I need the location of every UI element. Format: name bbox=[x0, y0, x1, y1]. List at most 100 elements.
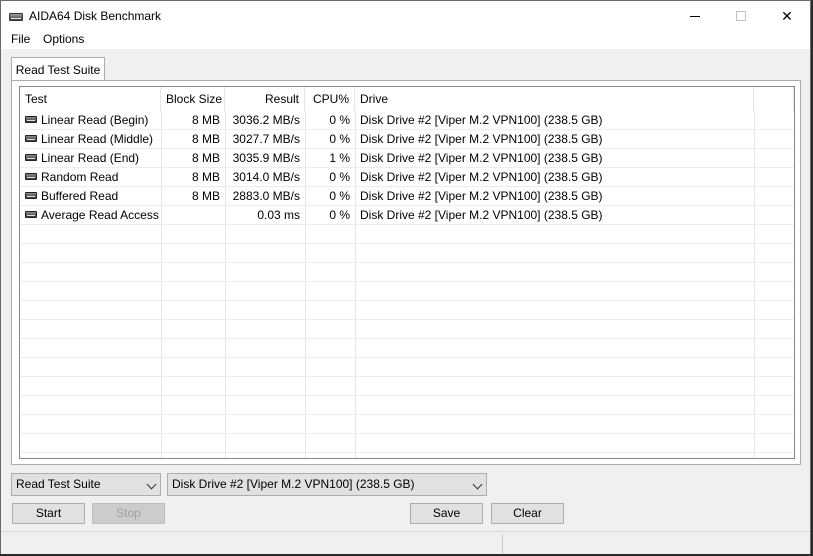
cell-result: 2883.0 MB/s bbox=[232, 189, 300, 203]
disk-drive-icon bbox=[25, 154, 37, 162]
row-divider bbox=[20, 262, 794, 263]
disk-drive-icon bbox=[9, 13, 23, 21]
disk-drive-icon bbox=[25, 116, 37, 124]
cell-test: Linear Read (Begin) bbox=[20, 111, 161, 130]
tab-panel: Test Block Size Result CPU% Drive Linear… bbox=[11, 80, 801, 465]
column-header-drive[interactable]: Drive bbox=[355, 87, 754, 111]
disk-drive-icon bbox=[25, 173, 37, 181]
status-divider bbox=[502, 534, 503, 553]
test-name: Linear Read (End) bbox=[41, 151, 140, 165]
row-divider bbox=[20, 148, 794, 149]
status-bar bbox=[1, 531, 810, 554]
test-suite-select[interactable]: Read Test Suite bbox=[11, 473, 161, 496]
row-divider bbox=[20, 205, 794, 206]
benchmark-window: AIDA64 Disk Benchmark ✕ File Options Rea… bbox=[0, 0, 811, 554]
test-name: Buffered Read bbox=[41, 189, 119, 203]
maximize-icon bbox=[736, 11, 746, 21]
title-bar[interactable]: AIDA64 Disk Benchmark ✕ bbox=[1, 1, 810, 31]
minimize-icon bbox=[690, 15, 700, 17]
row-divider bbox=[20, 186, 794, 187]
minimize-button[interactable] bbox=[672, 1, 718, 31]
cell-drive: Disk Drive #2 [Viper M.2 VPN100] (238.5 … bbox=[360, 151, 603, 165]
column-divider bbox=[754, 111, 755, 458]
cell-result: 0.03 ms bbox=[257, 208, 300, 222]
row-divider bbox=[20, 300, 794, 301]
row-divider bbox=[20, 243, 794, 244]
column-header-result[interactable]: Result bbox=[225, 87, 305, 111]
row-divider bbox=[20, 395, 794, 396]
drive-select[interactable]: Disk Drive #2 [Viper M.2 VPN100] (238.5 … bbox=[167, 473, 487, 496]
cell-result: 3035.9 MB/s bbox=[232, 151, 300, 165]
results-list[interactable]: Test Block Size Result CPU% Drive Linear… bbox=[19, 86, 795, 459]
column-header-spacer bbox=[754, 87, 794, 111]
test-suite-select-value: Read Test Suite bbox=[16, 477, 101, 491]
cell-block-size: 8 MB bbox=[191, 113, 220, 127]
cell-block-size: 8 MB bbox=[191, 189, 220, 203]
menu-file[interactable]: File bbox=[9, 32, 32, 46]
test-name: Linear Read (Middle) bbox=[41, 132, 154, 146]
disk-drive-icon bbox=[25, 192, 37, 200]
table-row[interactable]: Linear Read (Middle) 8 MB 3027.7 MB/s 0 … bbox=[20, 130, 754, 149]
cell-block-size: 8 MB bbox=[191, 132, 220, 146]
cell-cpu: 1 % bbox=[329, 151, 350, 165]
chevron-down-icon bbox=[472, 479, 483, 490]
table-row[interactable]: Buffered Read 8 MB 2883.0 MB/s 0 % Disk … bbox=[20, 187, 754, 206]
column-header-block-size[interactable]: Block Size bbox=[161, 87, 225, 111]
cell-cpu: 0 % bbox=[329, 208, 350, 222]
disk-drive-icon bbox=[25, 211, 37, 219]
tab-read-test-suite[interactable]: Read Test Suite bbox=[11, 57, 105, 81]
cell-drive: Disk Drive #2 [Viper M.2 VPN100] (238.5 … bbox=[360, 113, 603, 127]
disk-drive-icon bbox=[25, 135, 37, 143]
column-header-test[interactable]: Test bbox=[20, 87, 161, 111]
cell-test: Random Read bbox=[20, 168, 161, 187]
cell-test: Linear Read (Middle) bbox=[20, 130, 161, 149]
row-divider bbox=[20, 376, 794, 377]
menu-options[interactable]: Options bbox=[41, 32, 86, 46]
row-divider bbox=[20, 414, 794, 415]
close-button[interactable]: ✕ bbox=[764, 1, 810, 31]
row-divider bbox=[20, 338, 794, 339]
test-name: Linear Read (Begin) bbox=[41, 113, 149, 127]
clear-button[interactable]: Clear bbox=[491, 503, 564, 524]
chevron-down-icon bbox=[146, 479, 157, 490]
cell-cpu: 0 % bbox=[329, 189, 350, 203]
cell-result: 3036.2 MB/s bbox=[232, 113, 300, 127]
column-header-cpu[interactable]: CPU% bbox=[305, 87, 355, 111]
maximize-button bbox=[718, 1, 764, 31]
table-row[interactable]: Linear Read (Begin) 8 MB 3036.2 MB/s 0 %… bbox=[20, 111, 754, 130]
cell-drive: Disk Drive #2 [Viper M.2 VPN100] (238.5 … bbox=[360, 170, 603, 184]
table-row[interactable]: Linear Read (End) 8 MB 3035.9 MB/s 1 % D… bbox=[20, 149, 754, 168]
close-icon: ✕ bbox=[781, 7, 793, 24]
save-button[interactable]: Save bbox=[410, 503, 483, 524]
row-divider bbox=[20, 281, 794, 282]
cell-drive: Disk Drive #2 [Viper M.2 VPN100] (238.5 … bbox=[360, 189, 603, 203]
cell-result: 3027.7 MB/s bbox=[232, 132, 300, 146]
list-body: Linear Read (Begin) 8 MB 3036.2 MB/s 0 %… bbox=[20, 111, 794, 458]
cell-cpu: 0 % bbox=[329, 170, 350, 184]
test-name: Average Read Access bbox=[41, 208, 159, 222]
row-divider bbox=[20, 452, 794, 453]
cell-drive: Disk Drive #2 [Viper M.2 VPN100] (238.5 … bbox=[360, 132, 603, 146]
cell-result: 3014.0 MB/s bbox=[232, 170, 300, 184]
cell-test: Buffered Read bbox=[20, 187, 161, 206]
cell-test: Linear Read (End) bbox=[20, 149, 161, 168]
row-divider bbox=[20, 167, 794, 168]
drive-select-value: Disk Drive #2 [Viper M.2 VPN100] (238.5 … bbox=[172, 477, 415, 491]
start-button[interactable]: Start bbox=[12, 503, 85, 524]
list-header: Test Block Size Result CPU% Drive bbox=[20, 87, 794, 111]
row-divider bbox=[20, 129, 794, 130]
menu-bar: File Options bbox=[1, 31, 810, 49]
cell-test: Average Read Access bbox=[20, 206, 161, 225]
cell-cpu: 0 % bbox=[329, 113, 350, 127]
cell-cpu: 0 % bbox=[329, 132, 350, 146]
row-divider bbox=[20, 433, 794, 434]
test-name: Random Read bbox=[41, 170, 119, 184]
row-divider bbox=[20, 357, 794, 358]
row-divider bbox=[20, 319, 794, 320]
cell-block-size: 8 MB bbox=[191, 170, 220, 184]
stop-button: Stop bbox=[92, 503, 165, 524]
table-row[interactable]: Average Read Access 0.03 ms 0 % Disk Dri… bbox=[20, 206, 754, 225]
table-row[interactable]: Random Read 8 MB 3014.0 MB/s 0 % Disk Dr… bbox=[20, 168, 754, 187]
cell-block-size: 8 MB bbox=[191, 151, 220, 165]
row-divider bbox=[20, 224, 794, 225]
